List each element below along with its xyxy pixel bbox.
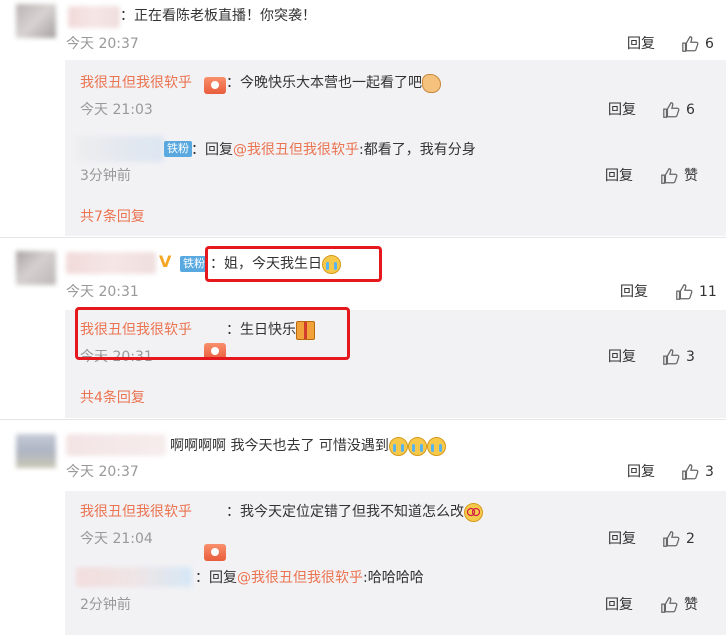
crying-emoji-icon [407,436,427,456]
mention-link[interactable]: @我很丑但我很软乎 [237,570,363,586]
more-replies-link[interactable]: 共7条回复 [80,207,145,227]
reply-text: ：我今天定位定错了但我不知道怎么改 [226,502,483,522]
highlight-box [205,246,382,282]
like-button[interactable]: 11 [675,282,717,302]
reply-time: 3分钟前 [80,168,131,184]
mention-link[interactable]: @我很丑但我很软乎 [233,142,359,158]
like-count: 3 [686,349,695,365]
like-count: 6 [686,102,695,118]
like-label: 赞 [684,597,698,613]
comment-time: 今天 20:37 [66,464,139,480]
hand-emoji-icon [422,73,441,93]
comment-time: 今天 20:31 [66,284,139,300]
thumbs-up-icon [682,464,699,480]
crying-emoji-icon [388,436,408,456]
reply-button[interactable]: 回复 [608,529,636,549]
like-count: 3 [705,464,714,480]
reply-button[interactable]: 回复 [627,34,655,54]
like-button[interactable]: 赞 [660,595,698,615]
reply-time: 2分钟前 [80,597,131,613]
thumbs-up-icon [663,531,680,547]
avatar[interactable] [16,251,56,285]
thumbs-up-icon [663,349,680,365]
like-button[interactable]: 3 [681,462,714,482]
username-blurred[interactable] [66,434,166,456]
fan-badge: 铁粉 [180,256,208,272]
reply-text: ：回复@我很丑但我很软乎:都看了，我有分身 [191,142,476,158]
reply-text: ：回复@我很丑但我很软乎:哈哈哈哈 [195,570,424,586]
reply-time: 今天 21:04 [80,531,153,547]
reply-time: 今天 21:03 [80,102,153,118]
divider [0,419,726,420]
like-label: 赞 [684,168,698,184]
comment: ：正在看陈老板直播！你突袭！ 今天 20:37 回复 6 我很丑但我很软乎 ：今… [0,0,726,236]
highlight-box [75,307,350,360]
username-blurred[interactable] [66,252,156,274]
fan-badge: 铁粉 [164,141,192,157]
divider [0,237,726,238]
username-blurred[interactable] [76,136,164,162]
avatar[interactable] [16,434,56,468]
reply-button[interactable]: 回复 [605,166,633,186]
comment-text: 啊啊啊啊 我今天也去了 可惜没遇到 [170,436,446,456]
reply-text: ：今晚快乐大本营也一起看了吧 [226,73,441,93]
username-blurred[interactable] [76,567,192,587]
reply-button[interactable]: 回复 [608,100,636,120]
verified-v-icon: V [159,252,172,271]
like-button[interactable]: 6 [681,34,714,54]
like-button[interactable]: 3 [662,347,695,367]
like-button[interactable]: 6 [662,100,695,120]
reply-author-link[interactable]: 我很丑但我很软乎 [80,73,192,93]
reply-button[interactable]: 回复 [608,347,636,367]
reply-button[interactable]: 回复 [627,462,655,482]
thumbs-up-icon [676,284,693,300]
crying-emoji-icon [426,436,446,456]
like-count: 2 [686,531,695,547]
thumbs-up-icon [661,168,678,184]
dizzy-emoji-icon [464,502,483,522]
comment-time: 今天 20:37 [66,36,139,52]
username-blurred[interactable] [68,6,120,28]
like-count: 11 [699,284,717,300]
thumbs-up-icon [661,597,678,613]
reply-button[interactable]: 回复 [605,595,633,615]
avatar[interactable] [16,4,56,38]
like-button[interactable]: 赞 [660,166,698,186]
more-replies-link[interactable]: 共4条回复 [80,388,145,408]
thumbs-up-icon [682,36,699,52]
like-count: 6 [705,36,714,52]
thumbs-up-icon [663,102,680,118]
like-button[interactable]: 2 [662,529,695,549]
member-badge-icon [204,77,226,94]
reply-author-link[interactable]: 我很丑但我很软乎 [80,502,192,522]
member-badge-icon [204,544,226,561]
comment-text: ：正在看陈老板直播！你突袭！ [120,8,316,24]
reply-button[interactable]: 回复 [620,282,648,302]
